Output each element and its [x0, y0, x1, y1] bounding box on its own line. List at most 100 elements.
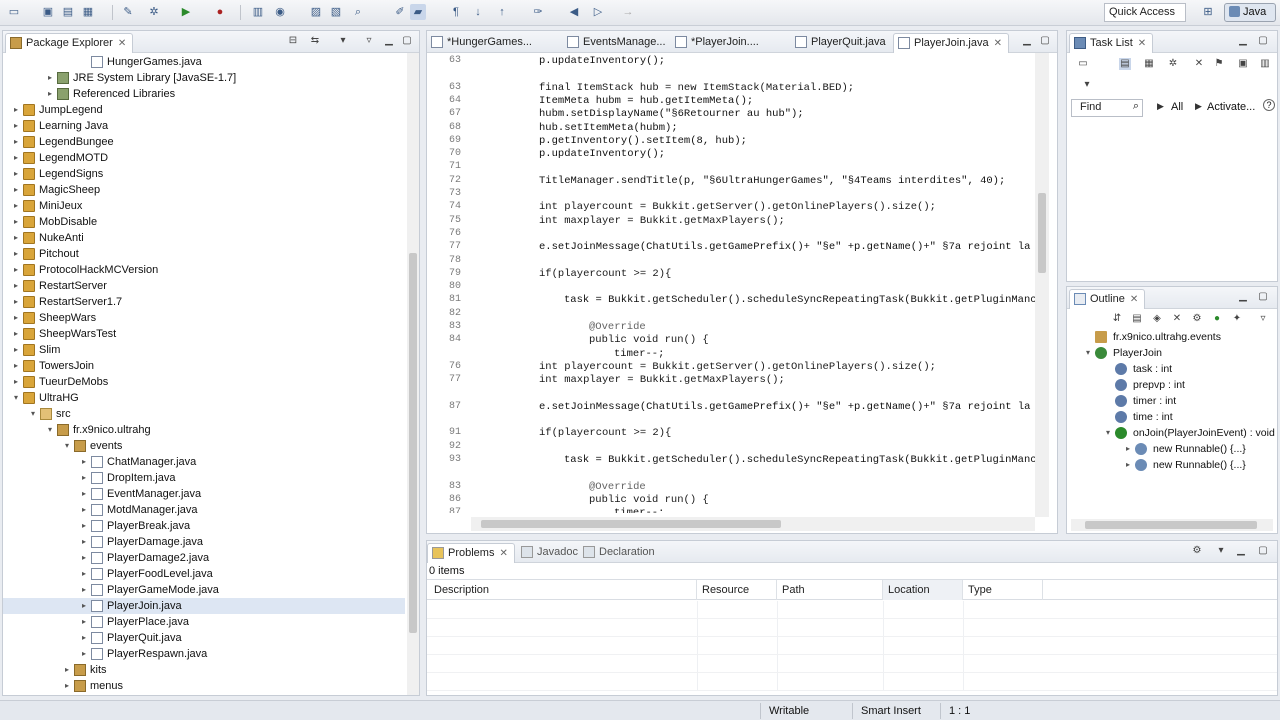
close-icon[interactable]: ✕ — [994, 38, 1002, 49]
search-icon[interactable]: ⌕ — [350, 4, 366, 20]
hide-local-types-icon[interactable]: ⚙ — [1191, 313, 1203, 325]
tab-javadoc[interactable]: Javadoc — [517, 543, 584, 563]
collapsed-icon[interactable]: ▸ — [11, 150, 21, 166]
collapsed-icon[interactable]: ▸ — [11, 182, 21, 198]
hide-static-icon[interactable]: ◈ — [1151, 313, 1163, 325]
tree-item[interactable]: HungerGames.java — [3, 54, 405, 70]
toggle-mark-occurrences-icon[interactable]: ✐ — [392, 4, 408, 20]
open-type-icon[interactable]: ▨ — [308, 4, 324, 20]
run-icon[interactable]: ▶ — [178, 4, 194, 20]
save-icon[interactable]: ▣ — [40, 4, 56, 20]
filter-icon[interactable]: ✲ — [1167, 58, 1179, 70]
print-icon[interactable]: ▦ — [80, 4, 96, 20]
collapsed-icon[interactable]: ▸ — [1123, 441, 1133, 457]
collapsed-icon[interactable]: ▸ — [45, 70, 55, 86]
editor-maximize-icon[interactable]: ▢ — [1039, 35, 1051, 47]
column-header-description[interactable]: Description — [429, 580, 697, 600]
forward-icon[interactable]: ▷ — [590, 4, 606, 20]
collapsed-icon[interactable]: ▸ — [11, 118, 21, 134]
outline-item[interactable]: time : int — [1067, 409, 1277, 425]
collapsed-icon[interactable]: ▸ — [79, 550, 89, 566]
tree-item[interactable]: ▸ MotdManager.java — [3, 502, 405, 518]
tree-item[interactable]: ▸ PlayerBreak.java — [3, 518, 405, 534]
expanded-icon[interactable]: ▾ — [1083, 345, 1093, 361]
editor-hscrollbar[interactable] — [471, 517, 1035, 531]
tree-item[interactable]: ▸ PlayerPlace.java — [3, 614, 405, 630]
tree-item[interactable]: ▸ ChatManager.java — [3, 454, 405, 470]
find-input[interactable]: Find ⌕ — [1071, 99, 1143, 117]
sync-icon[interactable]: ⚑ — [1213, 58, 1225, 70]
tab-problems[interactable]: Problems ✕ — [427, 543, 515, 563]
collapsed-icon[interactable]: ▸ — [79, 534, 89, 550]
expanded-icon[interactable]: ▾ — [11, 390, 21, 406]
show-whitespace-icon[interactable]: ¶ — [448, 4, 464, 20]
hide-non-public-icon[interactable]: ✕ — [1171, 313, 1183, 325]
tree-item[interactable]: ▸ LegendMOTD — [3, 150, 405, 166]
tree-item[interactable]: ▸ LegendBungee — [3, 134, 405, 150]
tree-item[interactable]: ▸ RestartServer — [3, 278, 405, 294]
tree-item[interactable]: ▸ MagicSheep — [3, 182, 405, 198]
prev-annotation-icon[interactable]: ↑ — [494, 4, 510, 20]
expanded-icon[interactable]: ▾ — [62, 438, 72, 454]
tree-item[interactable]: ▸ JRE System Library [JavaSE-1.7] — [3, 70, 405, 86]
close-icon[interactable]: ✕ — [1138, 38, 1146, 49]
tab-declaration[interactable]: Declaration — [579, 543, 661, 563]
editor-vscroll-thumb[interactable] — [1038, 193, 1046, 273]
tree-item[interactable]: ▸ PlayerFoodLevel.java — [3, 566, 405, 582]
expanded-icon[interactable]: ▾ — [28, 406, 38, 422]
collapsed-icon[interactable]: ▸ — [79, 630, 89, 646]
help-icon[interactable]: ? — [1263, 99, 1275, 111]
view-menu-icon[interactable]: ▾ — [337, 35, 349, 47]
column-header-resource[interactable]: Resource — [697, 580, 777, 600]
collapsed-icon[interactable]: ▸ — [79, 614, 89, 630]
tree-item[interactable]: ▸ PlayerGameMode.java — [3, 582, 405, 598]
collapsed-icon[interactable]: ▸ — [62, 678, 72, 694]
editor-tab[interactable]: EventsManage... — [563, 33, 672, 53]
focus-on-active-task-icon[interactable]: ✦ — [1231, 313, 1243, 325]
collapsed-icon[interactable]: ▸ — [11, 342, 21, 358]
close-icon[interactable]: ✕ — [1130, 294, 1138, 305]
tree-item[interactable]: ▸ EventManager.java — [3, 486, 405, 502]
sort-icon[interactable]: ⇵ — [1111, 313, 1123, 325]
view-menu-icon[interactable]: ▿ — [1257, 313, 1269, 325]
tree-item[interactable]: ▸ MobDisable — [3, 214, 405, 230]
outline-item[interactable]: ▸ new Runnable() {...} — [1067, 457, 1277, 473]
collapsed-icon[interactable]: ▸ — [45, 86, 55, 102]
code-editor[interactable]: 63 p.updateInventory(); 63 final ItemStack … — [427, 53, 1045, 513]
tree-item[interactable]: ▸ PlayerQuit.java — [3, 630, 405, 646]
editor-tab[interactable]: PlayerQuit.java — [791, 33, 892, 53]
collapsed-icon[interactable]: ▸ — [79, 470, 89, 486]
outline-item[interactable]: ▸ new Runnable() {...} — [1067, 441, 1277, 457]
column-header-location[interactable]: Location — [883, 580, 963, 600]
tree-item[interactable]: ▸ PlayerJoin.java — [3, 598, 405, 614]
tree-item[interactable]: ▸ NukeAnti — [3, 230, 405, 246]
tab-package-explorer[interactable]: Package Explorer ✕ — [5, 33, 134, 53]
search-icon[interactable]: ⌕ — [1133, 100, 1139, 113]
collapsed-icon[interactable]: ▸ — [79, 582, 89, 598]
save-all-icon[interactable]: ▤ — [60, 4, 76, 20]
outline-item[interactable]: fr.x9nico.ultrahg.events — [1067, 329, 1277, 345]
minimize-icon[interactable]: ▁ — [1235, 545, 1247, 557]
editor-tab[interactable]: PlayerJoin.java ✕ — [893, 33, 1009, 53]
editor-tab[interactable]: *PlayerJoin.... — [671, 33, 765, 53]
collapsed-icon[interactable]: ▸ — [11, 134, 21, 150]
collapsed-icon[interactable]: ▸ — [11, 278, 21, 294]
tree-item[interactable]: ▸ RestartServer1.7 — [3, 294, 405, 310]
tree-item[interactable]: ▸ Learning Java — [3, 118, 405, 134]
tree-item[interactable]: ▸ LegendSigns — [3, 166, 405, 182]
collapsed-icon[interactable]: ▸ — [11, 326, 21, 342]
quick-access-input[interactable]: Quick Access — [1104, 3, 1186, 22]
collapsed-icon[interactable]: ▸ — [11, 246, 21, 262]
scheduled-icon[interactable]: ▦ — [1143, 58, 1155, 70]
collapsed-icon[interactable]: ▸ — [79, 518, 89, 534]
outline-item[interactable]: prepvp : int — [1067, 377, 1277, 393]
collapsed-icon[interactable]: ▸ — [11, 374, 21, 390]
editor-hscroll-thumb[interactable] — [481, 520, 781, 528]
collapsed-icon[interactable]: ▸ — [79, 502, 89, 518]
maximize-icon[interactable]: ▢ — [1257, 35, 1269, 47]
categorized-icon[interactable]: ▤ — [1119, 58, 1131, 70]
activate-link[interactable]: Activate... — [1207, 101, 1255, 113]
tree-item[interactable]: ▸ DropItem.java — [3, 470, 405, 486]
outline-item[interactable]: timer : int — [1067, 393, 1277, 409]
editor-minimize-icon[interactable]: ▁ — [1021, 35, 1033, 47]
